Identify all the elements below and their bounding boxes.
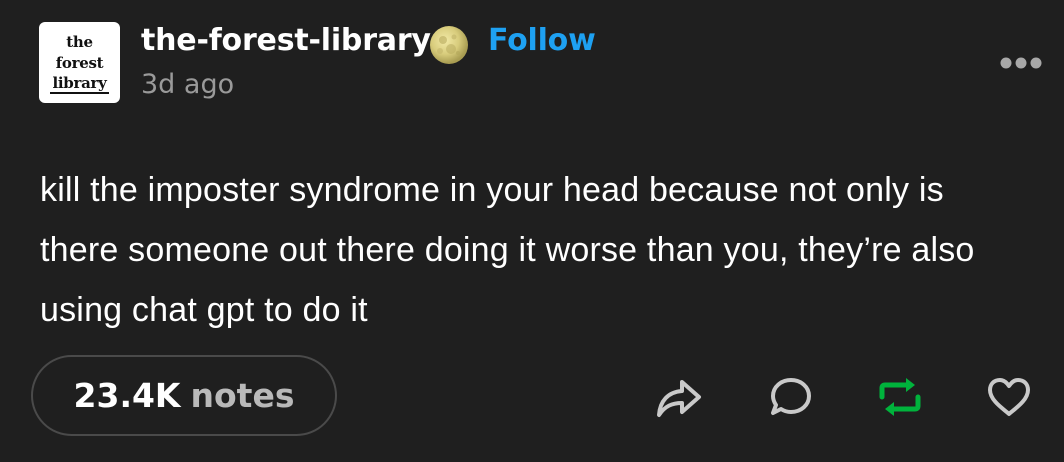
notes-count: 23.4K xyxy=(73,376,181,415)
reblog-icon xyxy=(879,378,921,416)
notes-button[interactable]: 23.4K notes xyxy=(31,355,337,436)
follow-button[interactable]: Follow xyxy=(488,23,596,58)
full-moon-icon xyxy=(430,26,468,64)
notes-label: notes xyxy=(190,376,295,415)
post-body-text: kill the imposter syndrome in your head … xyxy=(40,171,975,329)
share-icon xyxy=(657,380,701,417)
reply-button[interactable] xyxy=(767,373,815,421)
blog-name-link[interactable]: the-forest-library xyxy=(141,23,431,58)
post-card: the forest library the-forest-library Fo… xyxy=(0,0,1064,462)
heart-icon xyxy=(988,378,1030,416)
avatar-text-line2: forest xyxy=(55,53,104,72)
share-button[interactable] xyxy=(655,373,703,421)
reblog-button[interactable] xyxy=(876,373,924,421)
more-options-icon[interactable] xyxy=(998,50,1044,76)
like-button[interactable] xyxy=(985,373,1033,421)
blog-avatar[interactable]: the forest library xyxy=(39,22,120,103)
avatar-text-line1: the xyxy=(66,32,93,51)
post-timestamp: 3d ago xyxy=(141,69,235,100)
avatar-text-line3: library xyxy=(50,73,109,94)
reply-icon xyxy=(771,378,811,415)
